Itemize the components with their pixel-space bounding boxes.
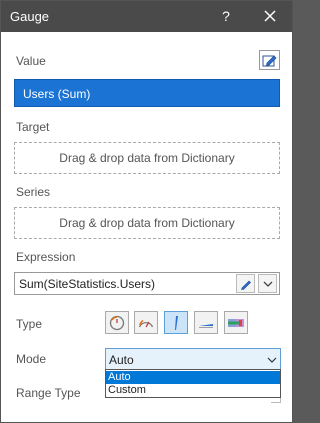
bullet-gauge-icon (228, 319, 244, 327)
target-label: Target (16, 120, 50, 134)
type-full-circular-button[interactable] (105, 311, 129, 334)
chevron-down-icon (267, 357, 277, 363)
target-drop-zone[interactable]: Drag & drop data from Dictionary (14, 142, 280, 174)
type-label: Type (16, 317, 43, 331)
half-circular-gauge-icon (138, 319, 154, 328)
mode-option-auto[interactable]: Auto (106, 371, 280, 384)
type-bullet-button[interactable] (224, 311, 248, 334)
close-button[interactable] (256, 1, 284, 32)
window-title: Gauge (10, 9, 50, 24)
linear-gauge-icon (175, 316, 178, 330)
title-bar: Gauge ? (1, 1, 292, 32)
range-type-label: Range Type (16, 386, 81, 400)
type-linear-button[interactable] (164, 311, 188, 334)
mode-option-custom[interactable]: Custom (106, 384, 280, 397)
horizontal-linear-gauge-icon (199, 324, 213, 328)
expression-field[interactable]: Sum(SiteStatistics.Users) (14, 272, 280, 295)
mode-label: Mode (16, 352, 47, 366)
expression-dropdown-button[interactable] (258, 274, 277, 293)
edit-expression-button[interactable] (236, 274, 255, 293)
help-button[interactable]: ? (214, 1, 238, 32)
gauge-dialog: Gauge ? Value Users (Sum) Target Drag & … (0, 0, 293, 423)
value-label: Value (16, 54, 46, 68)
expression-label: Expression (16, 250, 76, 264)
pencil-icon (241, 280, 251, 290)
value-item[interactable]: Users (Sum) (14, 79, 280, 107)
edit-value-button[interactable] (259, 50, 280, 70)
mode-value: Auto (109, 353, 134, 367)
mode-dropdown-list: Auto Custom (105, 369, 281, 398)
close-icon (264, 10, 276, 22)
series-drop-zone[interactable]: Drag & drop data from Dictionary (14, 207, 280, 239)
chevron-down-icon (263, 281, 273, 287)
mode-select[interactable]: Auto (105, 348, 281, 370)
full-circular-gauge-icon (109, 315, 125, 331)
type-half-circular-button[interactable] (134, 311, 158, 334)
edit-window-icon (262, 55, 277, 67)
series-label: Series (16, 185, 51, 199)
expression-value: Sum(SiteStatistics.Users) (19, 277, 156, 291)
type-horizontal-linear-button[interactable] (194, 311, 218, 334)
